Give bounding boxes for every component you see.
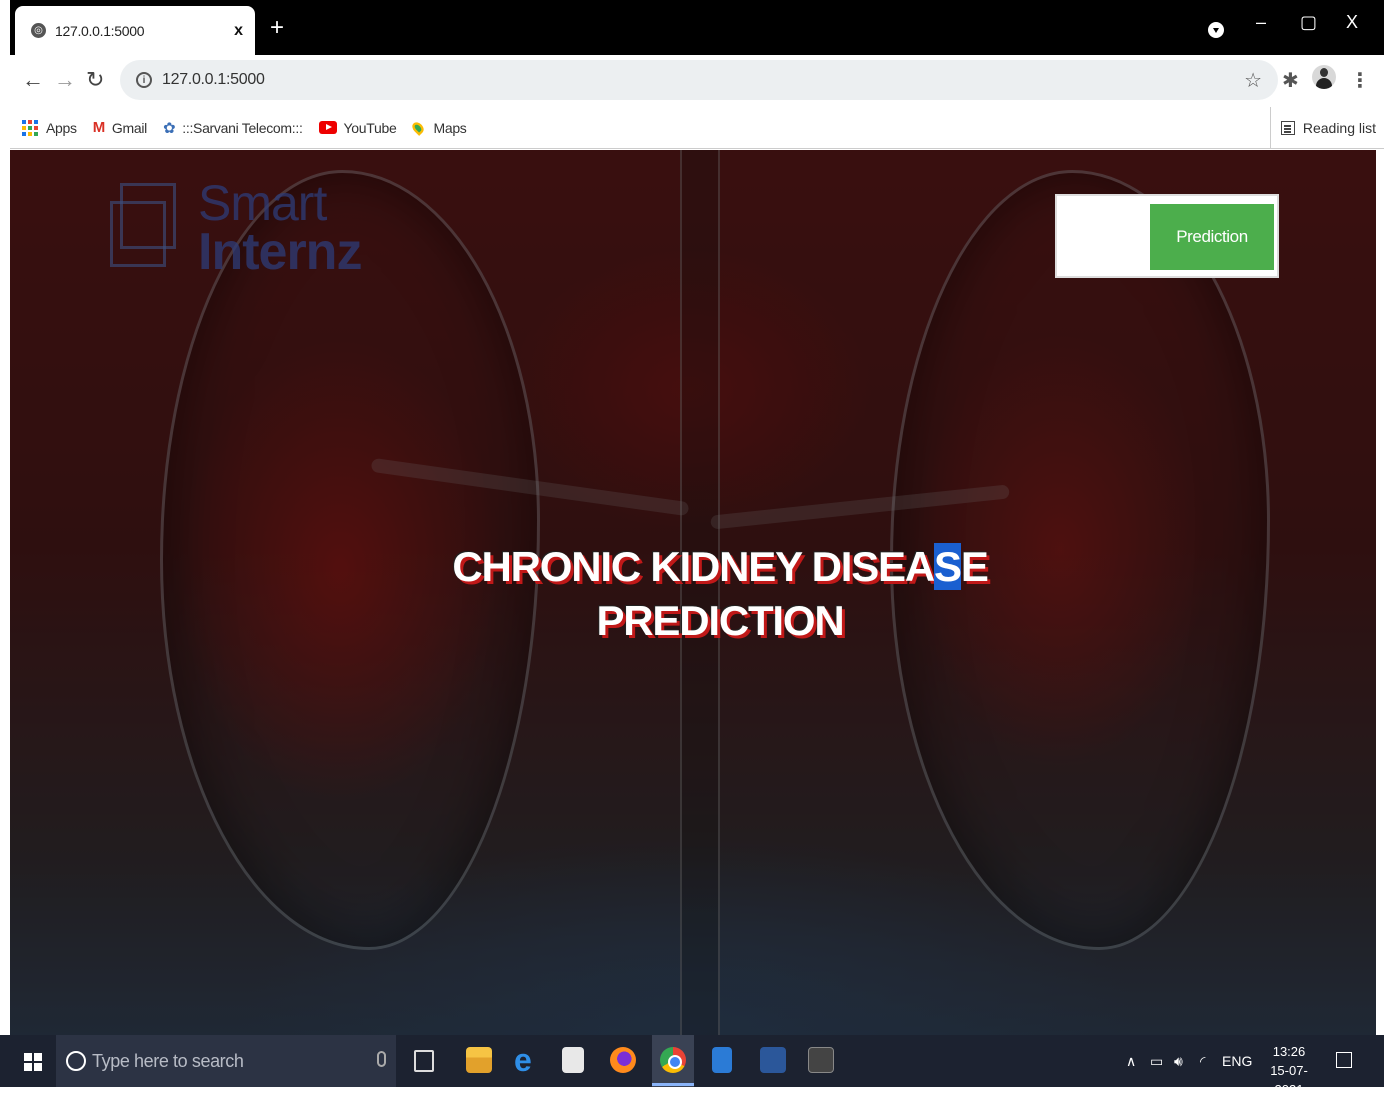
bookmark-label: Apps xyxy=(46,119,77,136)
taskbar-clock[interactable]: 13:26 15-07-2021 xyxy=(1256,1042,1322,1099)
bookmark-label: :::Sarvani Telecom::: xyxy=(182,119,303,136)
notification-icon[interactable] xyxy=(1336,1052,1352,1068)
extensions-puzzle-icon[interactable]: ✱ xyxy=(1282,68,1299,93)
bookmarks-bar: Apps M Gmail ✿ :::Sarvani Telecom::: You… xyxy=(10,107,1384,149)
selected-text: S xyxy=(933,543,962,590)
tab-search-icon[interactable] xyxy=(1208,22,1224,38)
browser-toolbar: ← → ↻ i 127.0.0.1:5000 ☆ ✱ ⋮ xyxy=(10,55,1384,107)
windows-start-icon[interactable] xyxy=(24,1053,42,1071)
close-window-button[interactable]: X xyxy=(1346,12,1358,33)
bookmark-label: Gmail xyxy=(111,119,147,136)
logo-mark-icon xyxy=(110,183,178,273)
hero-text: CHRONIC KIDNEY DISEA xyxy=(452,543,935,590)
language-indicator[interactable]: ENG xyxy=(1222,1035,1252,1087)
tray-chevron-icon[interactable]: ∧ xyxy=(1126,1035,1136,1087)
bookmark-label: Maps xyxy=(433,119,467,136)
profile-avatar[interactable] xyxy=(1312,65,1336,89)
forward-arrow-icon[interactable]: → xyxy=(54,67,76,93)
info-icon[interactable]: i xyxy=(136,72,152,88)
bookmark-sarvani-telecom[interactable]: ✿ :::Sarvani Telecom::: xyxy=(163,119,303,137)
microphone-icon[interactable] xyxy=(377,1051,386,1067)
tab-title: 127.0.0.1:5000 xyxy=(55,22,145,39)
bookmark-label: YouTube xyxy=(343,119,397,136)
bookmark-star-icon[interactable]: ☆ xyxy=(1244,68,1262,93)
volume-icon[interactable]: 🔊︎ xyxy=(1174,1035,1183,1087)
hero-title-line1: CHRONIC KIDNEY DISEASE xyxy=(10,540,1376,594)
restore-button[interactable]: ▢ xyxy=(1300,12,1317,33)
maps-icon xyxy=(410,119,427,136)
bookmark-apps[interactable]: Apps xyxy=(22,119,77,136)
battery-icon[interactable]: ▭ xyxy=(1150,1035,1163,1087)
gmail-icon: M xyxy=(92,119,106,136)
photos-icon[interactable] xyxy=(712,1047,732,1073)
youtube-icon xyxy=(318,121,337,134)
logo-text-internz: Internz xyxy=(198,223,362,281)
tabbar-edge xyxy=(0,0,10,55)
reading-list-button[interactable]: Reading list xyxy=(1269,107,1376,149)
address-bar[interactable]: i 127.0.0.1:5000 ☆ xyxy=(120,60,1278,100)
windows-taskbar: Type here to search e ∧ ▭ 🔊︎ ◜ ENG 13:26… xyxy=(0,1035,1384,1097)
apps-grid-icon xyxy=(22,119,38,136)
web-page-content: Smart Internz Prediction CHRONIC KIDNEY … xyxy=(10,150,1376,1035)
wifi-icon[interactable]: ◜ xyxy=(1200,1035,1205,1087)
sarvani-icon: ✿ xyxy=(162,119,176,137)
taskbar-search[interactable]: Type here to search xyxy=(56,1035,396,1087)
search-placeholder: Type here to search xyxy=(92,1050,244,1071)
url-text[interactable]: 127.0.0.1:5000 xyxy=(162,71,265,89)
word-icon[interactable] xyxy=(760,1047,786,1073)
firefox-icon[interactable] xyxy=(610,1047,636,1073)
bookmark-gmail[interactable]: M Gmail xyxy=(92,119,148,136)
reload-icon[interactable]: ↻ xyxy=(86,67,104,93)
hero-title: CHRONIC KIDNEY DISEASE PREDICTION xyxy=(10,540,1376,648)
clock-date: 15-07-2021 xyxy=(1270,1063,1308,1097)
active-app-indicator xyxy=(652,1083,694,1086)
task-view-icon[interactable] xyxy=(414,1050,434,1072)
browser-tab[interactable]: ◎ 127.0.0.1:5000 x xyxy=(15,6,255,55)
menu-kebab-icon[interactable]: ⋮ xyxy=(1350,68,1370,93)
bookmark-youtube[interactable]: YouTube xyxy=(318,119,397,136)
chrome-icon[interactable] xyxy=(660,1047,686,1073)
hero-text: E xyxy=(960,543,989,590)
clock-time: 13:26 xyxy=(1272,1044,1306,1059)
new-tab-button[interactable]: + xyxy=(270,16,284,40)
prediction-button[interactable]: Prediction xyxy=(1150,204,1274,270)
nav-container: Prediction xyxy=(1055,194,1279,278)
globe-icon: ◎ xyxy=(31,23,46,38)
store-icon[interactable] xyxy=(562,1047,584,1073)
tab-close-button[interactable]: x xyxy=(234,22,243,40)
browser-tab-bar: ◎ 127.0.0.1:5000 x + – ▢ X xyxy=(0,0,1384,55)
reading-list-label: Reading list xyxy=(1302,120,1376,136)
back-arrow-icon[interactable]: ← xyxy=(22,67,44,93)
hero-title-line2: PREDICTION xyxy=(596,597,844,644)
edge-icon[interactable]: e xyxy=(514,1044,540,1076)
bookmark-maps[interactable]: Maps xyxy=(410,119,467,136)
file-explorer-icon[interactable] xyxy=(466,1047,492,1073)
smartinternz-logo: Smart Internz xyxy=(110,175,370,281)
terminal-icon[interactable] xyxy=(808,1047,834,1073)
reading-list-icon xyxy=(1280,121,1295,135)
minimize-button[interactable]: – xyxy=(1256,12,1266,33)
cortana-icon xyxy=(66,1051,86,1071)
